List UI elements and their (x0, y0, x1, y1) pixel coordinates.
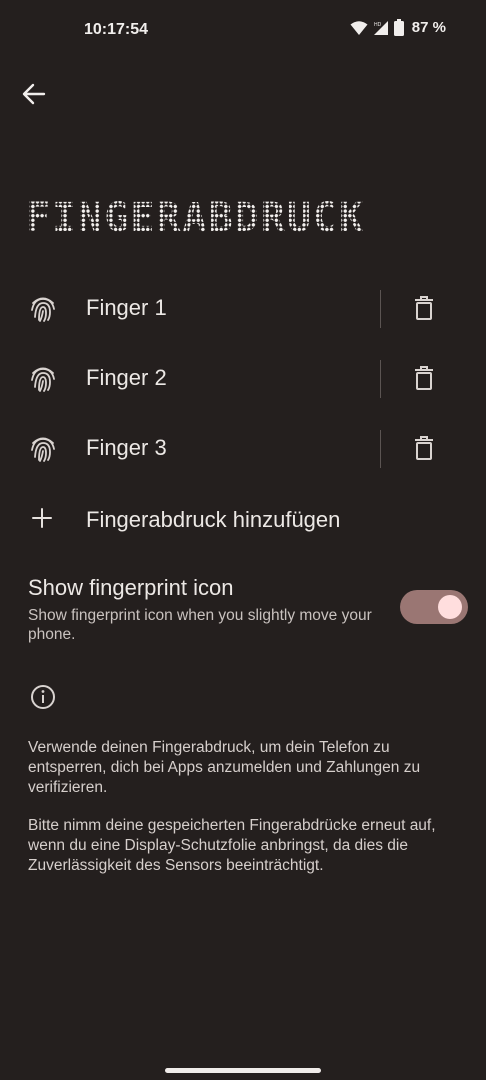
wifi-icon (350, 20, 368, 35)
system-icons: HD 87 % (350, 19, 446, 36)
trash-icon[interactable] (413, 435, 435, 461)
fingerprint-row-3[interactable]: Finger 3 (0, 413, 486, 479)
show-icon-title: Show fingerprint icon (28, 575, 234, 600)
divider (380, 430, 381, 468)
fingerprint-label: Finger 1 (86, 295, 167, 320)
fingerprint-icon (31, 437, 55, 462)
add-fingerprint-label: Fingerabdruck hinzufügen (86, 507, 341, 532)
show-icon-subtitle: Show fingerprint icon when you slightly … (28, 607, 372, 643)
fingerprint-row-1[interactable]: Finger 1 (0, 273, 486, 339)
divider (380, 290, 381, 328)
status-bar: 10:17:54 HD 87 % (0, 0, 486, 62)
info-paragraph-2: Bitte nimm deine gespeicherten Fingerabd… (28, 817, 436, 874)
show-icon-toggle[interactable] (400, 590, 468, 624)
info-icon (31, 685, 55, 709)
trash-icon[interactable] (413, 365, 435, 391)
fingerprint-icon (31, 367, 55, 392)
divider (380, 360, 381, 398)
add-fingerprint-button[interactable]: Fingerabdruck hinzufügen (0, 490, 486, 550)
info-paragraph-1: Verwende deinen Fingerabdruck, um dein T… (28, 739, 421, 796)
svg-text:HD: HD (374, 22, 382, 28)
fingerprint-icon (31, 297, 55, 322)
trash-icon[interactable] (413, 295, 435, 321)
fingerprint-label: Finger 3 (86, 435, 167, 460)
page-title: FINGERABDRUCK (26, 195, 366, 241)
battery-percentage: 87 % (411, 19, 446, 36)
home-indicator[interactable] (165, 1068, 321, 1073)
battery-icon (393, 19, 404, 36)
status-time: 10:17:54 (84, 21, 149, 38)
back-arrow-icon[interactable] (20, 80, 48, 108)
toggle-knob (438, 595, 462, 619)
fingerprint-row-2[interactable]: Finger 2 (0, 343, 486, 409)
fingerprint-label: Finger 2 (86, 365, 167, 390)
signal-icon: HD (373, 20, 388, 35)
plus-icon (32, 508, 52, 528)
